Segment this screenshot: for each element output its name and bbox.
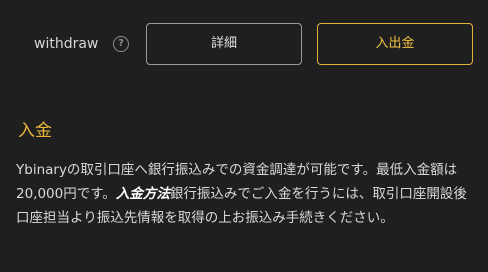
deposit-withdraw-button[interactable]: 入出金 <box>317 23 473 65</box>
help-icon[interactable]: ? <box>113 36 129 52</box>
detail-button[interactable]: 詳細 <box>146 23 302 65</box>
deposit-section-body: Ybinaryの取引口座へ銀行振込みでの資金調達が可能です。最低入金額は20,0… <box>16 158 476 230</box>
withdraw-label: withdraw <box>34 36 99 52</box>
deposit-method-emphasis: 入金方法 <box>115 186 170 202</box>
deposit-section-title: 入金 <box>18 121 52 141</box>
withdraw-row: withdraw ? 詳細 入出金 <box>0 23 488 65</box>
deposit-panel: withdraw ? 詳細 入出金 入金 Ybinaryの取引口座へ銀行振込みで… <box>0 0 488 272</box>
